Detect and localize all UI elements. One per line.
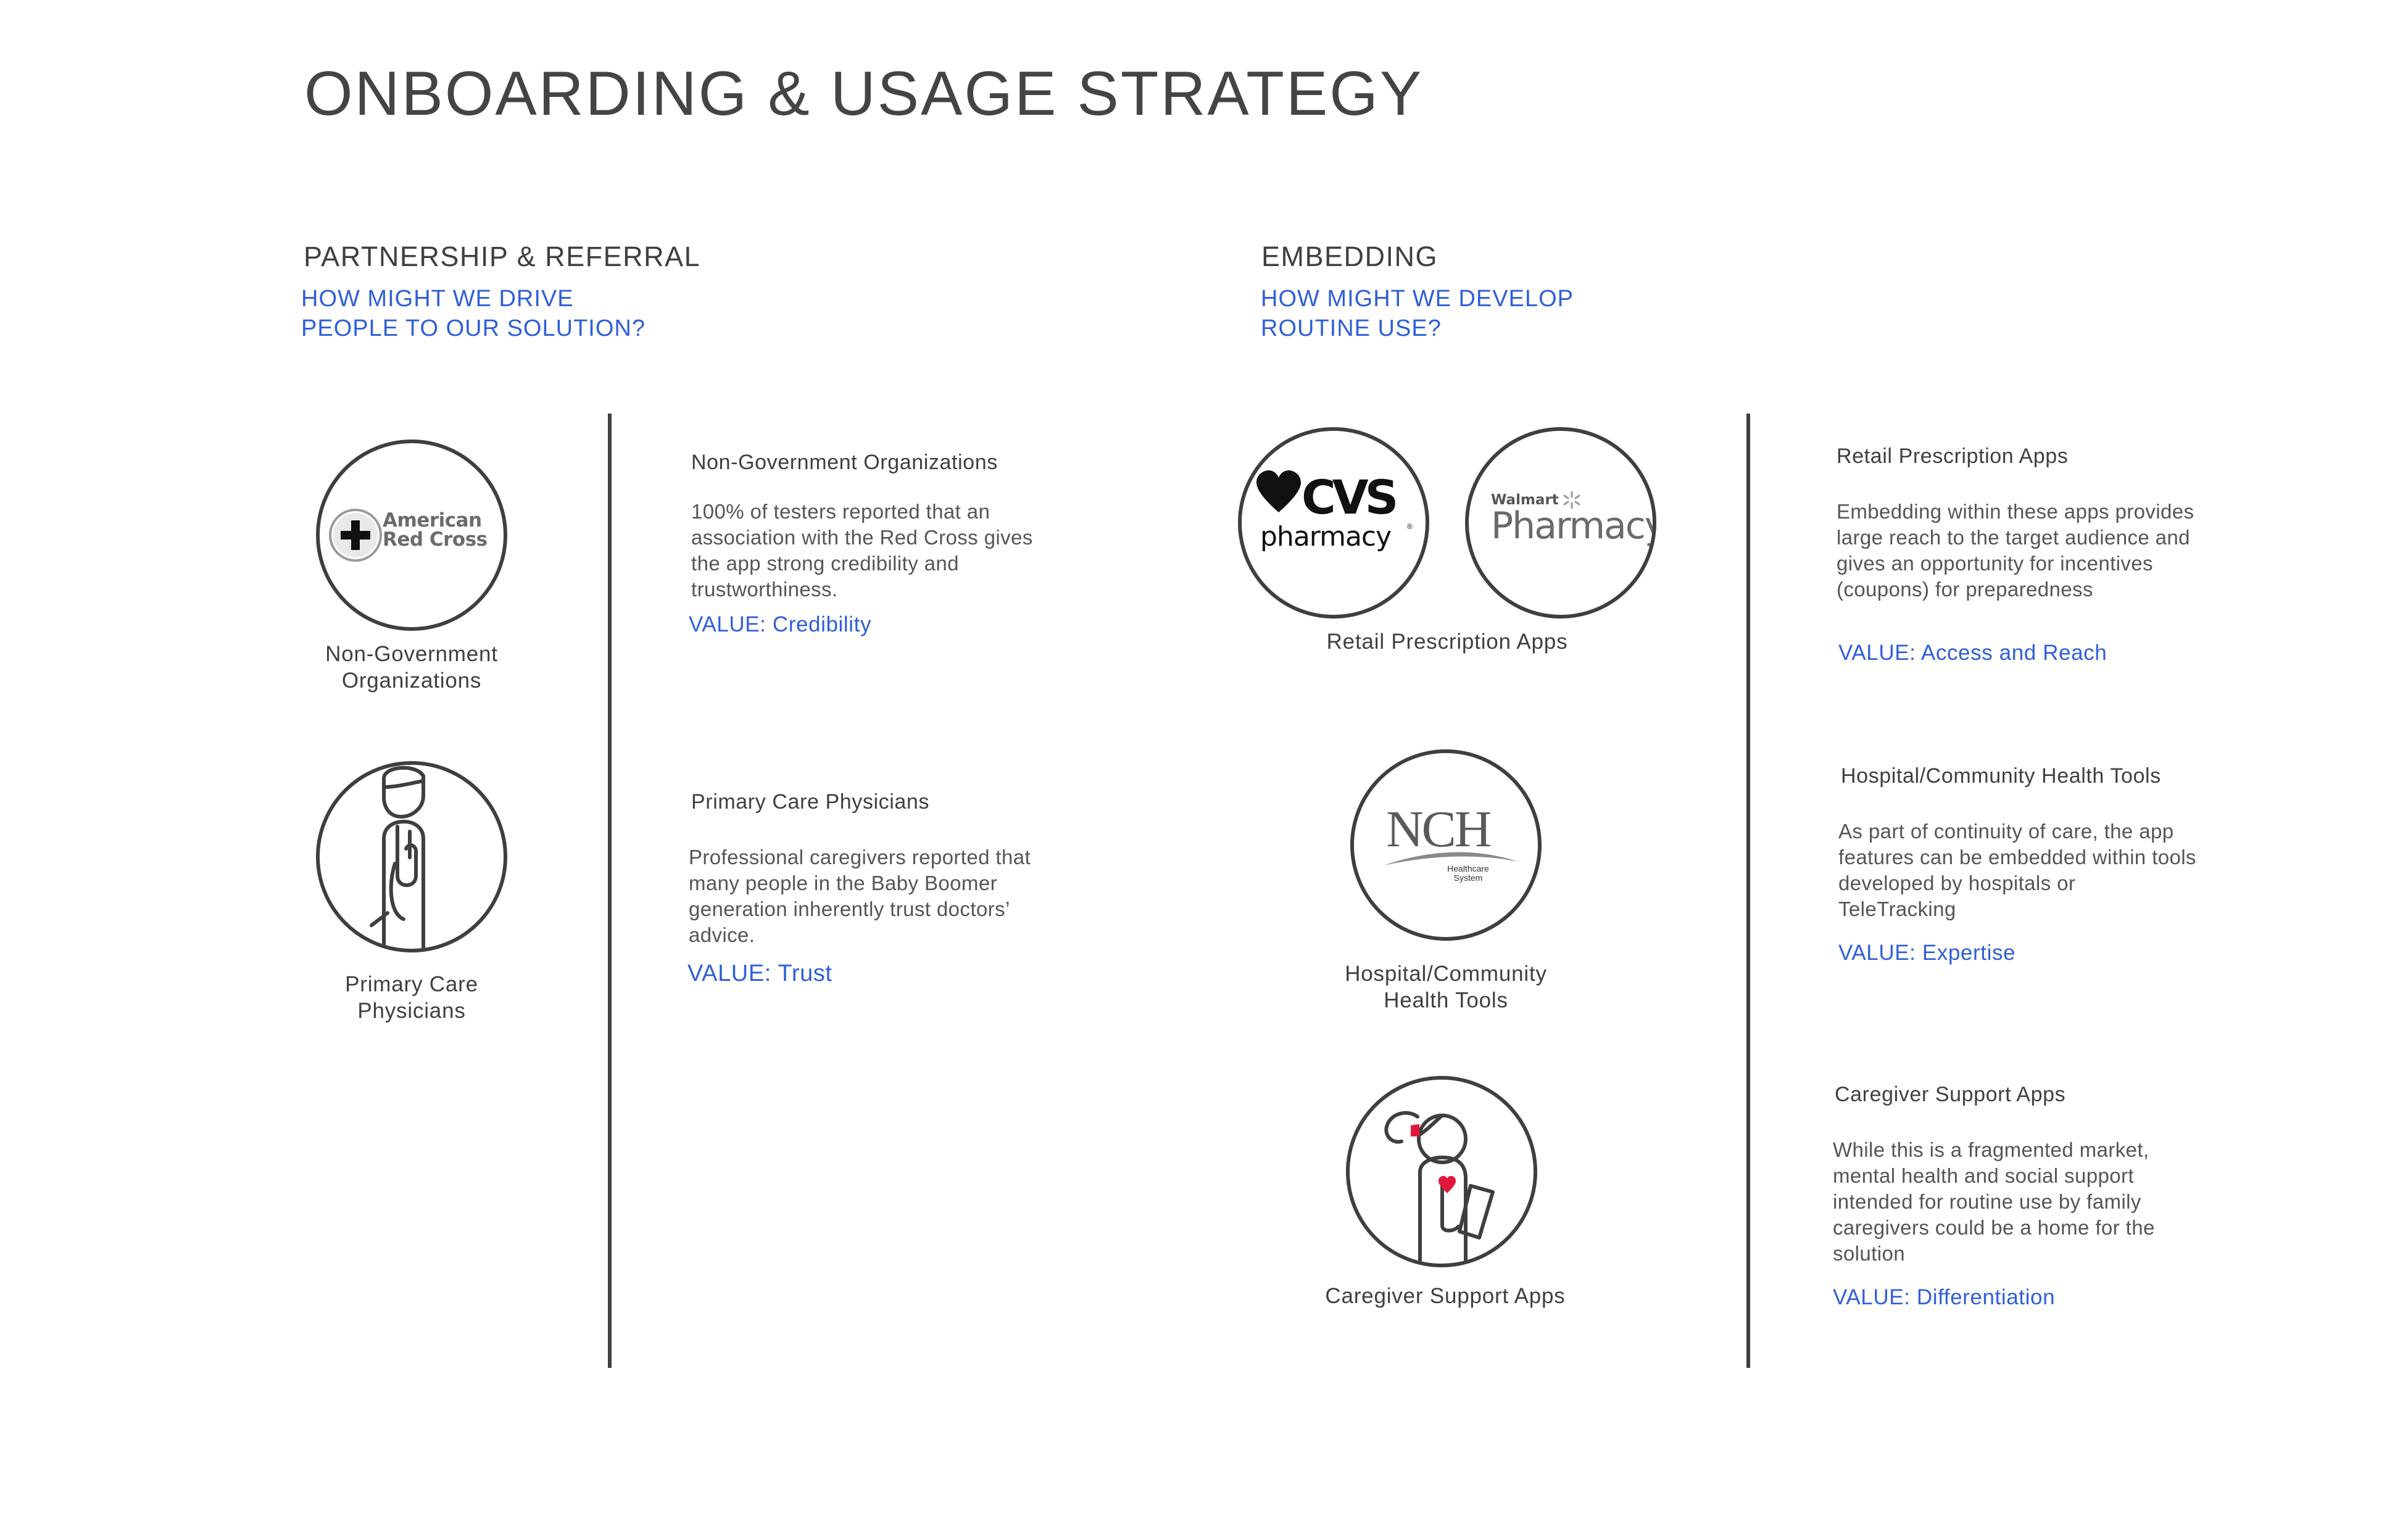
retail-apps-icon-label: Retail Prescription Apps (1326, 630, 1568, 654)
hospital-tools-icon-label: Hospital/Community Health Tools (1345, 962, 1547, 1012)
physician-circle (316, 761, 507, 952)
ngo-value: VALUE: Credibility (689, 612, 872, 636)
retail-apps-heading: Retail Prescription Apps (1837, 444, 2069, 468)
walmart-logo-word: Pharmacy (1491, 504, 1656, 548)
caregiver-apps-value: VALUE: Differentiation (1833, 1285, 2056, 1309)
cvs-pharmacy-circle: CVS pharmacy ® (1238, 427, 1429, 619)
cvs-logo-sub: pharmacy (1260, 521, 1392, 552)
retail-apps-value: VALUE: Access and Reach (1838, 641, 2107, 665)
nch-healthcare-circle: NCH Healthcare System (1350, 749, 1542, 941)
cvs-logo-word: CVS (1302, 470, 1398, 525)
physician-value: VALUE: Trust (687, 961, 832, 986)
partnership-question: HOW MIGHT WE DRIVE PEOPLE TO OUR SOLUTIO… (301, 286, 646, 341)
hospital-tools-body: As part of continuity of care, the app f… (1838, 820, 2196, 920)
caregiver-icon-label: Caregiver Support Apps (1325, 1284, 1566, 1308)
page-title: ONBOARDING & USAGE STRATEGY (304, 59, 1424, 128)
physician-icon (370, 766, 425, 949)
physician-body: Professional caregivers reported that ma… (689, 846, 1031, 946)
nch-swoosh-icon (1384, 852, 1518, 865)
walmart-pharmacy-circle: Walmart Pharmacy (1465, 427, 1656, 619)
partnership-divider (608, 414, 612, 1368)
red-cross-logo-line2: Red Cross (383, 528, 488, 551)
ngo-heading: Non-Government Organizations (691, 451, 998, 474)
caregiver-apps-heading: Caregiver Support Apps (1835, 1083, 2066, 1106)
hospital-tools-heading: Hospital/Community Health Tools (1841, 764, 2161, 788)
cvs-logo-registered: ® (1407, 522, 1413, 531)
caregiver-circle (1346, 1076, 1537, 1267)
caregiver-apps-body: While this is a fragmented market, menta… (1833, 1138, 2155, 1265)
hospital-tools-value: VALUE: Expertise (1838, 941, 2016, 965)
ngo-icon-label: Non-Government Organizations (325, 642, 498, 693)
embedding-section-title: EMBEDDING (1261, 241, 1439, 272)
embedding-question: HOW MIGHT WE DEVELOP ROUTINE USE? (1261, 286, 1574, 341)
partnership-section-title: PARTNERSHIP & REFERRAL (304, 241, 701, 272)
retail-apps-body: Embedding within these apps provides lar… (1837, 500, 2194, 601)
caregiver-icon (1384, 1111, 1495, 1264)
physician-heading: Primary Care Physicians (691, 790, 930, 814)
red-cross-logo-line1: American (383, 509, 482, 531)
nch-logo-sub1: Healthcare (1447, 864, 1489, 873)
ngo-body: 100% of testers reported that an associa… (691, 500, 1033, 601)
embedding-divider (1746, 414, 1750, 1368)
physician-icon-label: Primary Care Physicians (345, 972, 478, 1023)
nch-logo-sub2: System (1453, 873, 1483, 883)
